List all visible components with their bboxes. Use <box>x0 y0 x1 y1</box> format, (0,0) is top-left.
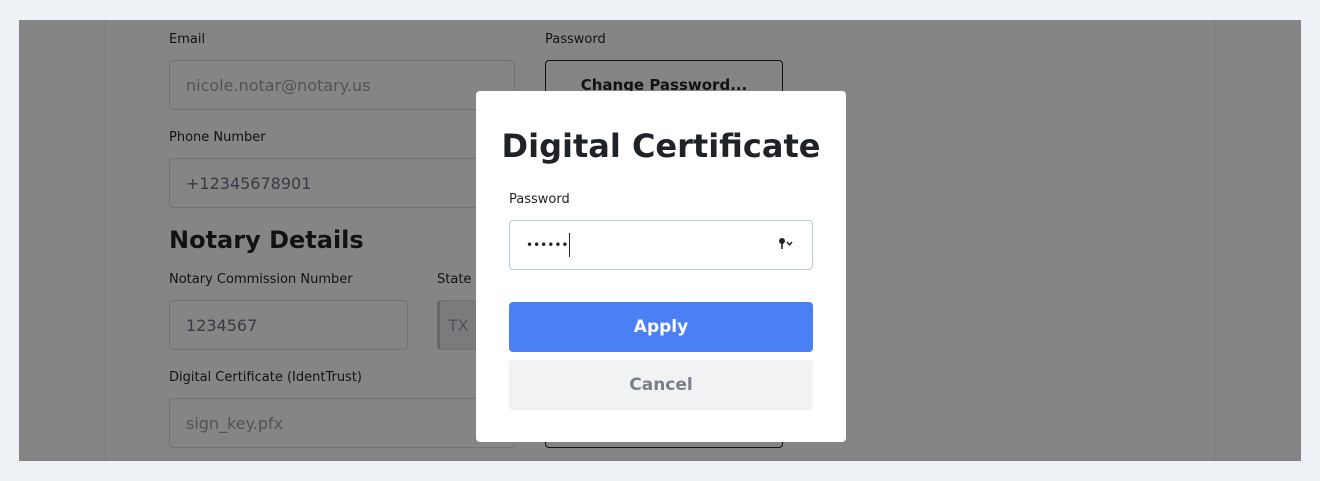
key-icon[interactable] <box>778 237 794 251</box>
cancel-button[interactable]: Cancel <box>509 360 813 410</box>
dialog-title: Digital Certificate <box>501 127 821 165</box>
app-viewport: Email nicole.notar@notary.us Password Ch… <box>19 20 1301 461</box>
dialog-password-input[interactable]: •••••• <box>509 220 813 270</box>
text-caret <box>569 233 571 257</box>
digital-certificate-dialog: Digital Certificate Password •••••• Appl… <box>476 91 846 442</box>
dialog-password-label: Password <box>509 192 570 207</box>
password-masked-value: •••••• <box>526 238 569 252</box>
apply-button[interactable]: Apply <box>509 302 813 352</box>
